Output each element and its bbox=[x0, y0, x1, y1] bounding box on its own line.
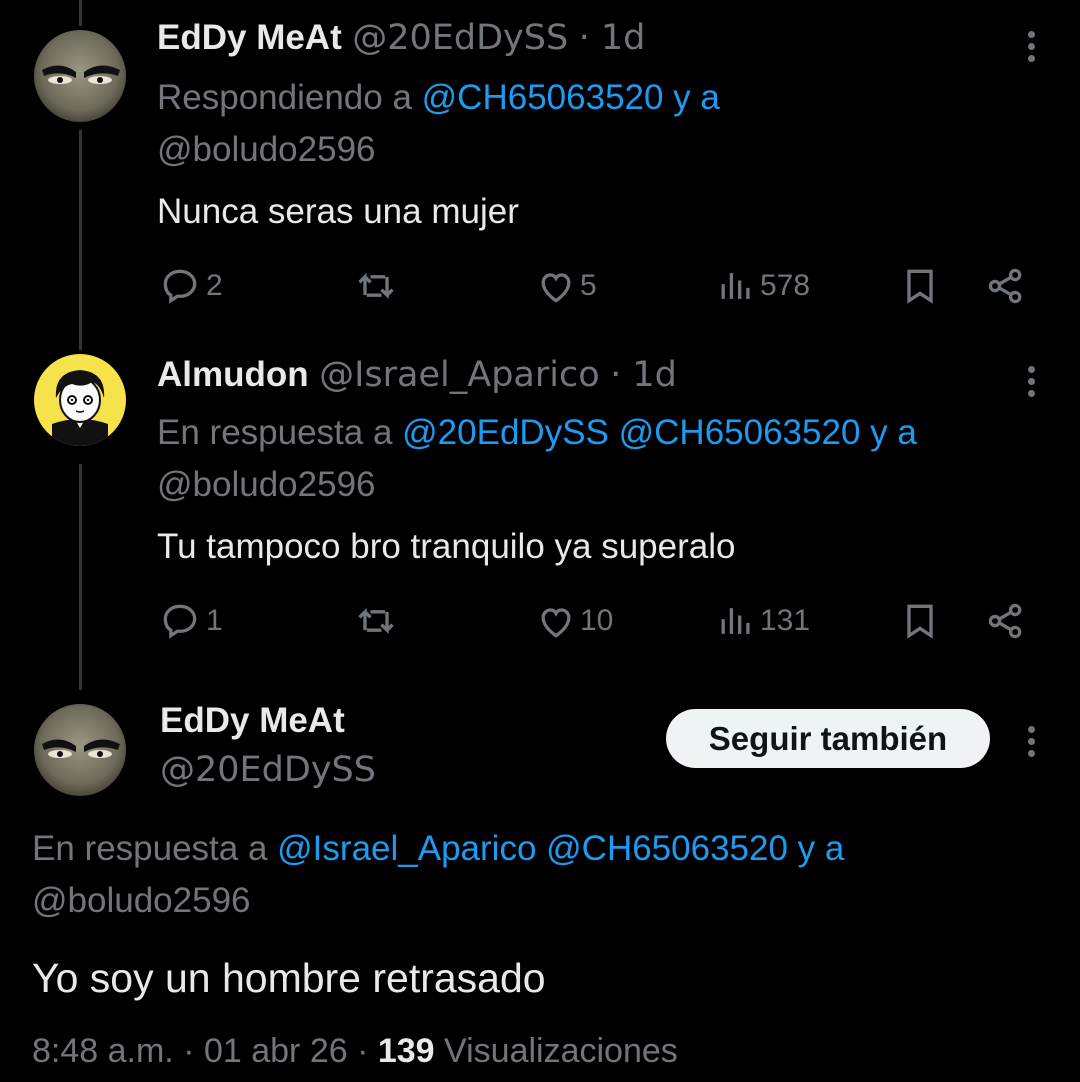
views-label: Visualizaciones bbox=[434, 1032, 678, 1070]
reply-mention-link[interactable]: @boludo2596 bbox=[157, 130, 376, 170]
bookmark-button[interactable] bbox=[898, 596, 942, 646]
more-icon[interactable] bbox=[1026, 31, 1036, 67]
reply-mention-link[interactable]: @boludo2596 bbox=[32, 881, 251, 921]
avatar[interactable] bbox=[34, 354, 126, 446]
share-button[interactable] bbox=[984, 596, 1028, 646]
reply-context: En respuesta a @Israel_Aparico @CH650635… bbox=[32, 829, 844, 869]
thread-line-1 bbox=[79, 130, 82, 350]
reply-prefix: En respuesta a bbox=[157, 413, 403, 452]
share-icon bbox=[988, 603, 1022, 639]
tweet-time[interactable]: · 1d bbox=[610, 355, 677, 395]
like-button[interactable]: 10 bbox=[534, 596, 613, 646]
avatar-eyes-image bbox=[34, 704, 126, 796]
retweet-button[interactable] bbox=[354, 261, 398, 311]
retweet-icon bbox=[358, 607, 394, 635]
like-count: 10 bbox=[580, 604, 614, 637]
tweet-actions: 1 10 131 bbox=[158, 596, 1038, 646]
reply-icon bbox=[163, 604, 197, 639]
author-handle[interactable]: @20EdDySS bbox=[352, 18, 568, 58]
follow-button[interactable]: Seguir también bbox=[666, 709, 990, 768]
reply-button[interactable]: 1 bbox=[158, 596, 223, 646]
like-count: 5 bbox=[580, 269, 597, 302]
tweet-actions: 2 5 578 bbox=[158, 261, 1038, 311]
reply-button[interactable]: 2 bbox=[158, 261, 223, 311]
reply-mentions[interactable]: @CH65063520 y a bbox=[422, 78, 720, 117]
tweet-meta: 8:48 a.m. · 01 abr 26 · 139 Visualizacio… bbox=[32, 1032, 678, 1071]
reply-icon bbox=[163, 269, 197, 304]
bookmark-button[interactable] bbox=[898, 261, 942, 311]
tweet-timestamp[interactable]: 8:48 a.m. bbox=[32, 1032, 174, 1070]
thread-line-top bbox=[79, 0, 82, 26]
thread-line-2 bbox=[79, 464, 82, 690]
reply-context: En respuesta a @20EdDySS @CH65063520 y a bbox=[157, 413, 917, 453]
avatar-eyes-image bbox=[34, 30, 126, 122]
reply-mention-link[interactable]: @boludo2596 bbox=[157, 465, 376, 505]
like-button[interactable]: 5 bbox=[534, 261, 597, 311]
author-name[interactable]: EdDy MeAt bbox=[160, 701, 345, 741]
share-icon bbox=[988, 268, 1022, 304]
author-name[interactable]: Almudon bbox=[157, 355, 309, 394]
views-count: 131 bbox=[760, 604, 811, 637]
reply-context: Respondiendo a @CH65063520 y a bbox=[157, 78, 720, 118]
views-icon bbox=[721, 608, 750, 634]
views-button[interactable]: 131 bbox=[714, 596, 810, 646]
more-icon[interactable] bbox=[1026, 726, 1036, 762]
avatar[interactable] bbox=[34, 30, 126, 122]
share-button[interactable] bbox=[984, 261, 1028, 311]
like-icon bbox=[541, 273, 571, 303]
reply-prefix: Respondiendo a bbox=[157, 78, 422, 117]
more-icon[interactable] bbox=[1026, 366, 1036, 402]
reply-prefix: En respuesta a bbox=[32, 829, 278, 868]
author-handle[interactable]: @20EdDySS bbox=[160, 750, 376, 790]
views-count: 578 bbox=[760, 269, 811, 302]
avatar[interactable] bbox=[34, 704, 126, 796]
reply-count: 2 bbox=[206, 269, 223, 302]
like-icon bbox=[541, 608, 571, 638]
retweet-button[interactable] bbox=[354, 596, 398, 646]
bookmark-icon bbox=[907, 269, 933, 304]
tweet-header: EdDy MeAt @20EdDySS · 1d bbox=[157, 18, 645, 58]
meta-separator: · bbox=[347, 1032, 378, 1070]
tweet-header: Almudon @Israel_Aparico · 1d bbox=[157, 355, 677, 395]
meta-separator: · bbox=[173, 1032, 204, 1070]
tweet-text: Nunca seras una mujer bbox=[157, 192, 519, 231]
tweet-date[interactable]: 01 abr 26 bbox=[204, 1032, 348, 1070]
retweet-icon bbox=[358, 272, 394, 300]
tweet-text: Tu tampoco bro tranquilo ya superalo bbox=[157, 527, 736, 566]
avatar-anime-image bbox=[34, 354, 126, 446]
views-count[interactable]: 139 bbox=[378, 1032, 435, 1070]
views-button[interactable]: 578 bbox=[714, 261, 810, 311]
bookmark-icon bbox=[907, 604, 933, 639]
tweet-text: Yo soy un hombre retrasado bbox=[32, 955, 546, 1001]
reply-mentions[interactable]: @Israel_Aparico @CH65063520 y a bbox=[277, 829, 844, 868]
reply-count: 1 bbox=[206, 604, 223, 637]
views-icon bbox=[721, 273, 750, 299]
reply-mentions[interactable]: @20EdDySS @CH65063520 y a bbox=[402, 413, 917, 452]
author-name[interactable]: EdDy MeAt bbox=[157, 18, 342, 57]
author-handle[interactable]: @Israel_Aparico bbox=[319, 355, 600, 395]
tweet-time[interactable]: · 1d bbox=[579, 18, 646, 58]
